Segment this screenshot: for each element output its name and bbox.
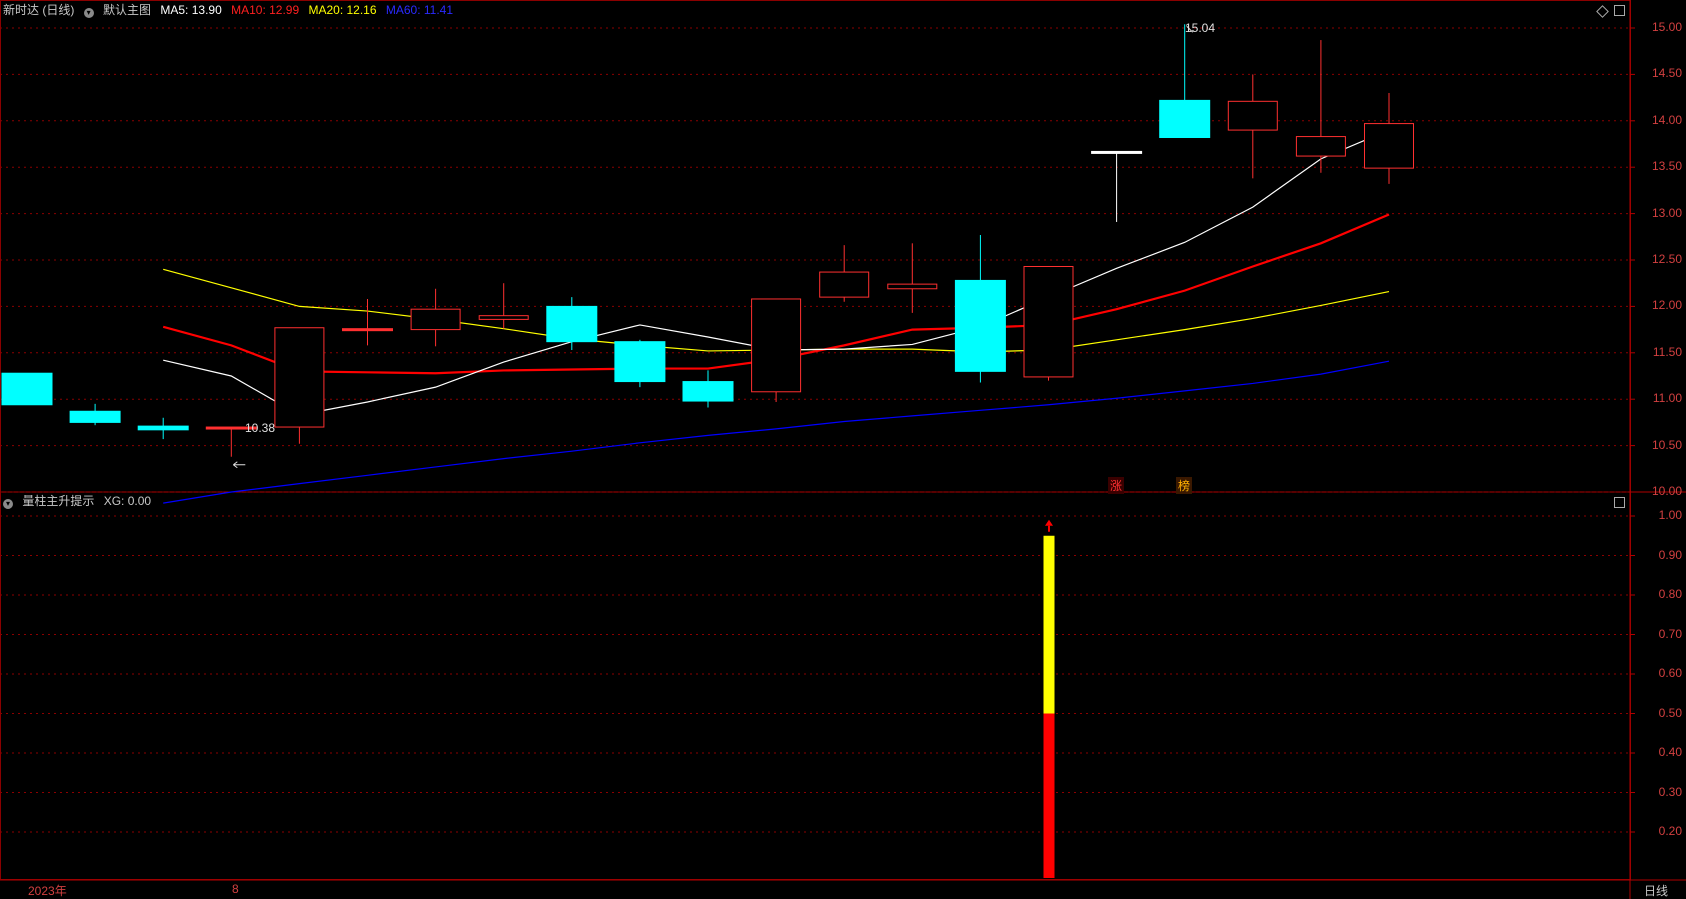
candle[interactable] xyxy=(1,372,53,406)
candle-body xyxy=(410,308,461,331)
candle[interactable] xyxy=(954,234,1006,383)
ma20-value: MA20: 12.16 xyxy=(308,3,377,17)
chevron-down-icon[interactable]: ▾ xyxy=(83,8,94,18)
candle[interactable] xyxy=(614,339,666,388)
signal-bar-yellow xyxy=(1043,535,1055,714)
sub-tick-label: 0.20 xyxy=(1658,824,1682,838)
main-pane-header: 新时达 (日线) ▾ 默认主图 MA5: 13.90 MA10: 12.99 M… xyxy=(3,1,459,19)
sub-tick-label: 0.80 xyxy=(1658,587,1682,601)
sub-tick-label: 0.90 xyxy=(1658,547,1682,562)
price-tick-label: 13.00 xyxy=(1651,205,1682,220)
candle-body xyxy=(137,425,189,431)
candle[interactable] xyxy=(682,370,734,408)
low-arrow xyxy=(233,461,246,469)
ma10-value: MA10: 12.99 xyxy=(231,3,300,17)
candle[interactable] xyxy=(1295,40,1346,173)
candle-body xyxy=(1364,123,1414,169)
ma5-value: MA5: 13.90 xyxy=(160,3,222,17)
candle-body xyxy=(546,305,598,343)
sub-tick-label: 0.60 xyxy=(1658,666,1682,680)
candle-body xyxy=(682,381,734,402)
candle[interactable] xyxy=(1227,74,1278,179)
month-label: 8 xyxy=(232,882,239,896)
candle-body xyxy=(1295,136,1346,157)
sub-pane-header: ▾ 量柱主升提示 XG: 0.00 xyxy=(3,492,157,510)
candle[interactable] xyxy=(546,297,598,351)
stock-title: 新时达 (日线) xyxy=(3,3,75,17)
kline-chart[interactable] xyxy=(0,0,1686,899)
price-tick-label: 15.00 xyxy=(1651,20,1682,34)
candle-body xyxy=(1091,150,1143,154)
sub-tick-label: 0.50 xyxy=(1658,705,1682,720)
sub-tick-label: 1.00 xyxy=(1658,508,1682,522)
candle-body xyxy=(819,271,870,298)
template-name[interactable]: 默认主图 xyxy=(103,3,151,17)
year-label: 2023年 xyxy=(28,884,67,898)
signal-up-arrow-icon xyxy=(1045,519,1053,526)
price-tick-label: 12.00 xyxy=(1651,298,1682,313)
price-tick-label: 13.50 xyxy=(1651,159,1682,174)
candle[interactable] xyxy=(887,243,938,313)
limit-up-marker[interactable]: 涨 xyxy=(1108,477,1125,494)
candle[interactable] xyxy=(1091,150,1143,222)
candle-body xyxy=(1,372,53,406)
candle[interactable] xyxy=(751,298,802,402)
price-tick-label: 11.00 xyxy=(1652,391,1682,406)
candle[interactable] xyxy=(1023,265,1074,381)
price-tick-label: 12.50 xyxy=(1651,252,1682,266)
candle[interactable] xyxy=(819,245,870,302)
candle-body xyxy=(1023,265,1074,378)
candle[interactable] xyxy=(410,288,461,347)
price-tick-label: 10.50 xyxy=(1651,437,1682,452)
candle-body xyxy=(1159,99,1211,139)
candle-body xyxy=(751,298,802,393)
candle-body xyxy=(614,341,666,383)
candle-body xyxy=(478,315,529,320)
signal-bar-red xyxy=(1043,713,1055,878)
candle-body xyxy=(274,327,325,428)
indicator-name[interactable]: 量柱主升提示 xyxy=(22,494,94,508)
candle-body xyxy=(887,283,938,290)
candle-body xyxy=(69,410,121,423)
sub-tick-label: 0.70 xyxy=(1658,626,1682,641)
candle[interactable] xyxy=(137,417,189,440)
candle[interactable] xyxy=(274,327,325,444)
price-tick-label: 11.50 xyxy=(1652,344,1682,359)
candle-body xyxy=(954,279,1006,372)
xg-value: XG: 0.00 xyxy=(103,494,152,508)
maximize-icon[interactable] xyxy=(1614,5,1625,16)
low-price-label: 10.38 xyxy=(245,421,276,435)
sub-tick-label: 0.40 xyxy=(1658,745,1682,759)
candle[interactable] xyxy=(1364,92,1414,184)
candle[interactable] xyxy=(69,403,121,426)
price-tick-label: 10.00 xyxy=(1651,484,1682,498)
ranking-marker[interactable]: 榜 xyxy=(1176,477,1193,494)
square-icon[interactable] xyxy=(1614,497,1625,508)
ma60-value: MA60: 11.41 xyxy=(385,3,454,17)
price-tick-label: 14.50 xyxy=(1651,66,1682,81)
high-price-label: 15.04 xyxy=(1185,21,1216,35)
candle-body xyxy=(342,328,393,332)
candle-body xyxy=(1227,100,1278,131)
chevron-down-icon[interactable]: ▾ xyxy=(3,499,13,509)
candle[interactable] xyxy=(1159,24,1211,139)
period-label[interactable]: 日线 xyxy=(1644,882,1668,899)
price-tick-label: 14.00 xyxy=(1651,112,1682,127)
sub-tick-label: 0.30 xyxy=(1658,784,1682,799)
